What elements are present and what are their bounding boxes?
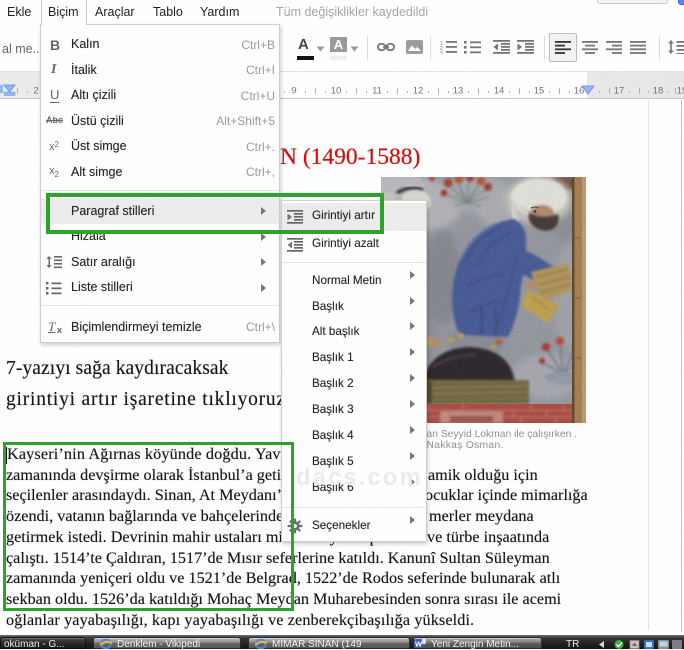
svg-text:2: 2 [33, 86, 38, 97]
svg-text:13: 13 [453, 86, 464, 97]
svg-text:3: 3 [440, 51, 443, 54]
svg-text:17: 17 [614, 86, 625, 97]
svg-text:15: 15 [534, 86, 545, 97]
svg-text:10: 10 [331, 86, 342, 97]
svg-text:11: 11 [372, 86, 382, 97]
svg-text:19: 19 [677, 86, 684, 97]
svg-text:9: 9 [291, 86, 296, 97]
svg-text:18: 18 [653, 86, 664, 97]
svg-text:12: 12 [413, 86, 424, 97]
svg-text:14: 14 [494, 86, 505, 97]
